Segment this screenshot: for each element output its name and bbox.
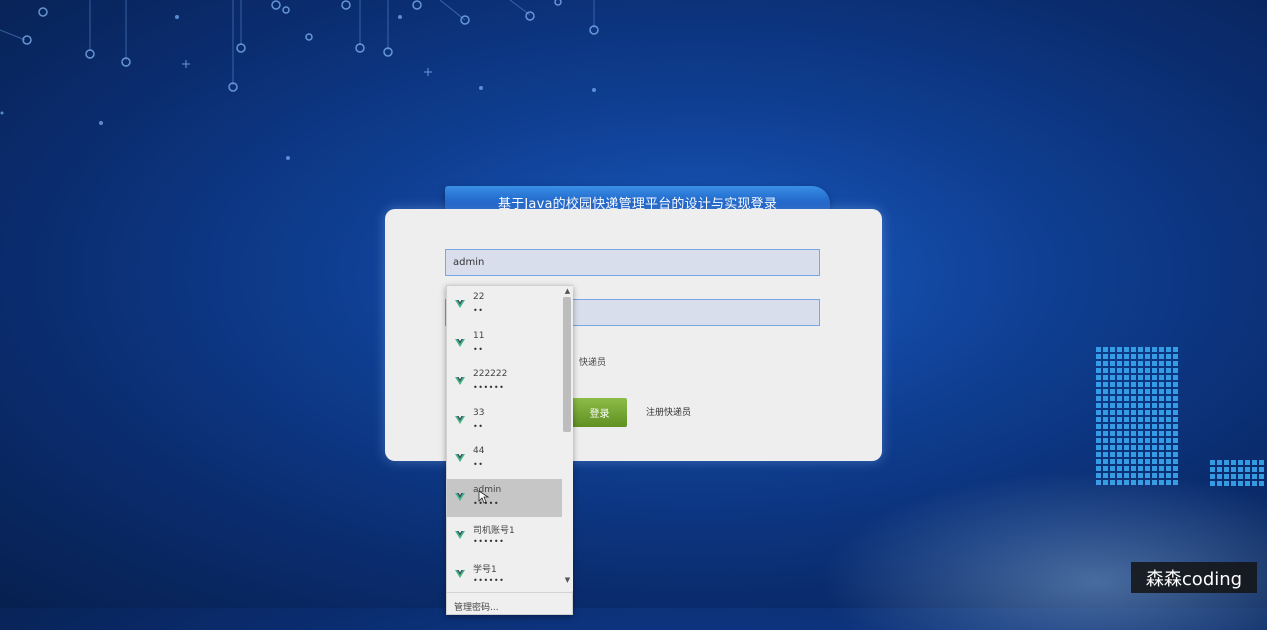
vue-logo-icon <box>455 338 465 347</box>
autocomplete-username: 33 <box>473 407 485 418</box>
scrollbar-thumb[interactable] <box>563 297 571 432</box>
dropdown-scrollbar[interactable]: ▲ ▼ <box>562 286 573 591</box>
autocomplete-item[interactable]: 学号1 •••••• <box>447 556 562 594</box>
autocomplete-item[interactable]: 22 •• <box>447 286 562 324</box>
autocomplete-password-mask: •• <box>473 421 484 431</box>
autocomplete-username: 11 <box>473 330 485 341</box>
autocomplete-password-mask: •• <box>473 460 484 469</box>
autocomplete-username: 222222 <box>473 369 508 379</box>
autocomplete-item[interactable]: 222222 •••••• <box>447 363 562 401</box>
autocomplete-password-mask: •••••• <box>473 575 505 585</box>
vue-logo-icon <box>455 454 465 462</box>
vue-logo-icon <box>455 492 465 501</box>
autocomplete-item[interactable]: 司机账号1 •••••• <box>447 517 562 555</box>
mouse-cursor-icon <box>478 490 490 504</box>
role-option-courier[interactable]: 快递员 <box>579 355 606 368</box>
autocomplete-item[interactable]: admin ••••• <box>447 478 562 517</box>
login-button[interactable]: 登录 <box>572 398 627 427</box>
vue-logo-icon <box>455 531 465 539</box>
manage-passwords-link[interactable]: 管理密码... <box>447 592 572 616</box>
autocomplete-password-mask: •••••• <box>473 537 505 546</box>
register-courier-link[interactable]: 注册快递员 <box>646 405 691 418</box>
username-input[interactable]: admin <box>445 249 820 276</box>
vue-logo-icon <box>455 377 465 385</box>
autocomplete-username: 44 <box>473 446 485 456</box>
vue-logo-icon <box>455 415 465 424</box>
autocomplete-item[interactable]: 44 •• <box>447 440 562 478</box>
autocomplete-item[interactable]: 33 •• <box>447 402 562 440</box>
vue-logo-icon <box>455 300 465 308</box>
vue-logo-icon <box>455 569 465 578</box>
autocomplete-password-mask: •• <box>473 344 484 354</box>
autocomplete-password-mask: •• <box>473 306 484 315</box>
chevron-up-icon[interactable]: ▲ <box>562 286 573 296</box>
autocomplete-username: 学号1 <box>473 564 497 575</box>
credential-autocomplete-dropdown[interactable]: 22 •• 11 •• 222222 •••••• 33 •• 44 •• admin ••••• 司机… <box>446 285 573 615</box>
autocomplete-username: 22 <box>473 292 485 302</box>
autocomplete-item[interactable]: 11 •• <box>447 325 562 363</box>
chevron-down-icon[interactable]: ▼ <box>562 575 573 585</box>
autocomplete-password-mask: •••••• <box>473 383 505 392</box>
autocomplete-username: 司机账号1 <box>473 526 515 536</box>
watermark-label: 森森coding <box>1131 562 1257 593</box>
